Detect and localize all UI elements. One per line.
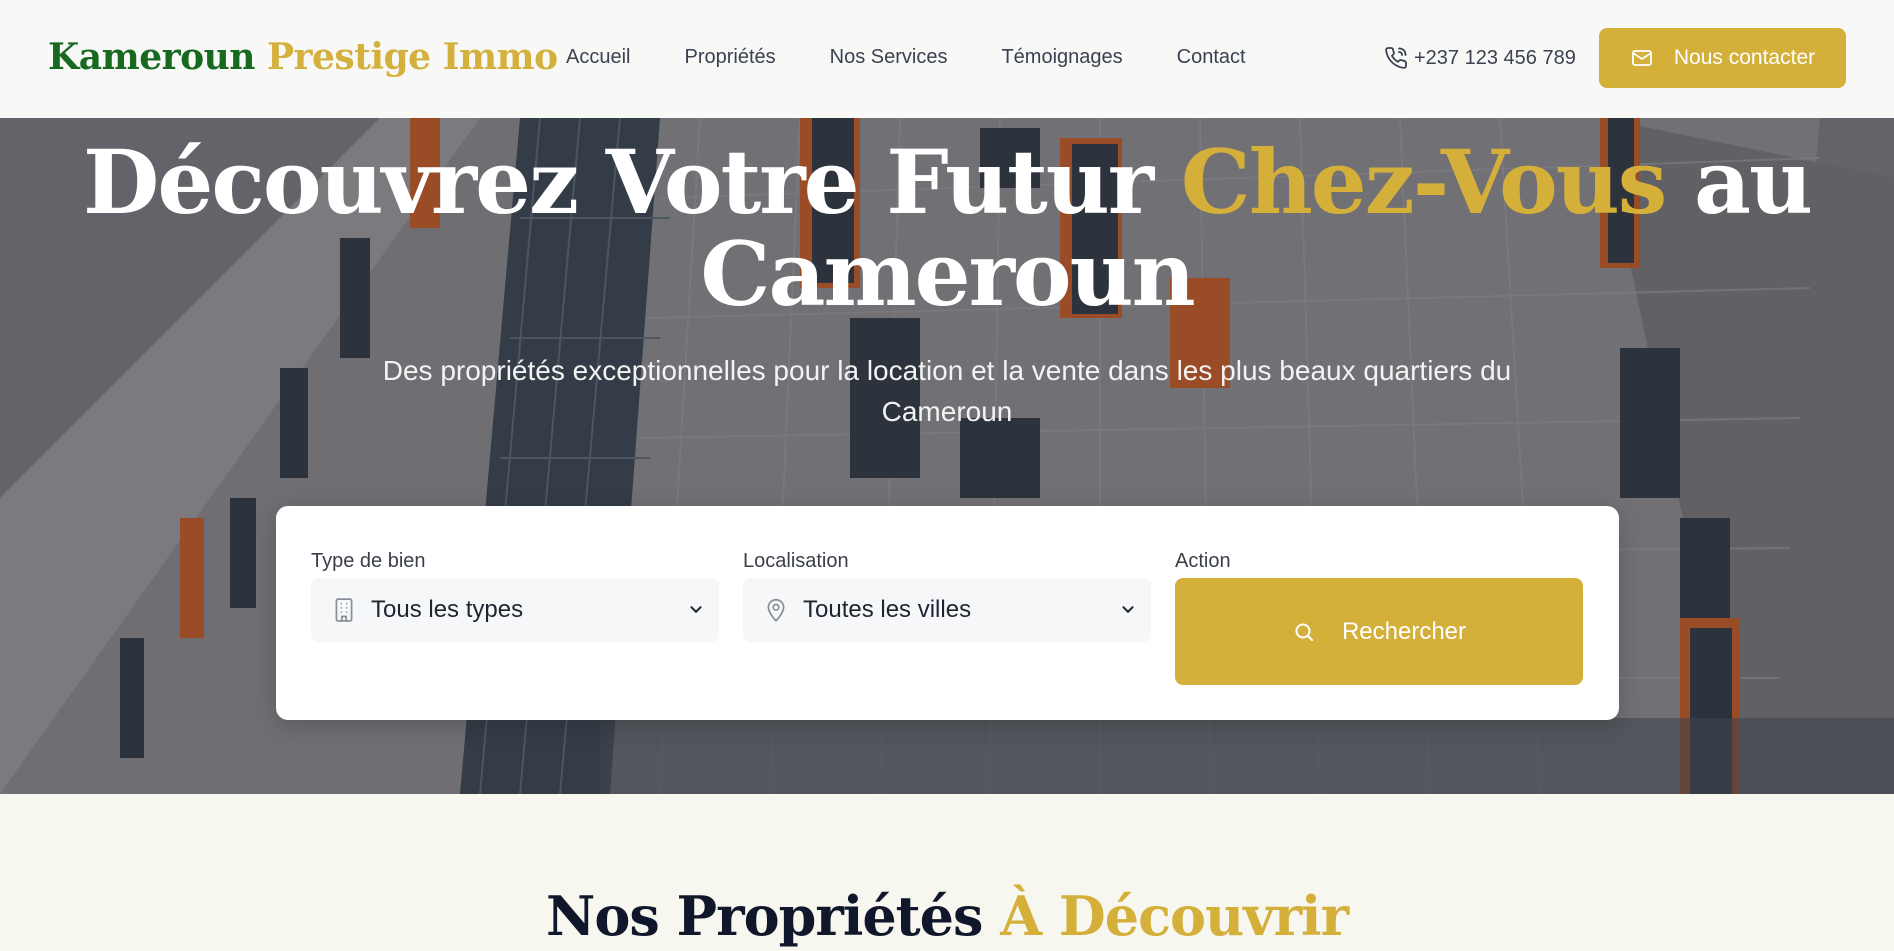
hero-title-highlight: Chez-Vous xyxy=(1180,130,1668,234)
chevron-down-icon xyxy=(1122,606,1134,613)
chevron-down-icon xyxy=(690,606,702,613)
location-label: Localisation xyxy=(743,550,849,572)
header-phone[interactable]: +237 123 456 789 xyxy=(1384,46,1576,70)
phone-number: +237 123 456 789 xyxy=(1414,46,1576,69)
type-select[interactable]: Tous les types xyxy=(311,578,719,642)
section-title-highlight: À Découvrir xyxy=(1000,884,1349,948)
main-nav: Accueil Propriétés Nos Services Témoigna… xyxy=(566,46,1300,69)
nav-link-contact[interactable]: Contact xyxy=(1177,46,1246,69)
search-icon xyxy=(1295,623,1313,641)
nav-link-proprietes[interactable]: Propriétés xyxy=(684,46,775,69)
section-title-part1: Nos Propriétés xyxy=(545,884,1001,948)
search-button[interactable]: Rechercher xyxy=(1175,578,1583,685)
site-header: Kameroun Prestige Immo Accueil Propriété… xyxy=(0,0,1894,118)
contact-button-label: Nous contacter xyxy=(1673,46,1816,69)
building-icon xyxy=(335,598,353,622)
location-select-value: Toutes les villes xyxy=(803,596,972,623)
location-select[interactable]: Toutes les villes xyxy=(743,578,1151,642)
nav-link-accueil[interactable]: Accueil xyxy=(566,46,630,69)
nav-link-services[interactable]: Nos Services xyxy=(830,46,948,69)
map-pin-icon xyxy=(767,598,785,623)
hero-subtitle: Des propriétés exceptionnelles pour la l… xyxy=(382,355,1512,427)
phone-icon xyxy=(1385,47,1407,69)
search-button-label: Rechercher xyxy=(1341,617,1467,645)
properties-section: Nos Propriétés À Découvrir xyxy=(0,794,1894,951)
hero-title: Découvrez Votre Futur Chez-Vous au Camer… xyxy=(0,136,1894,320)
section-title: Nos Propriétés À Découvrir xyxy=(0,884,1894,948)
site-logo[interactable]: Kameroun Prestige Immo xyxy=(48,36,558,78)
search-card: Type de bien Tous les types Localisation… xyxy=(276,506,1619,720)
logo-part2: Prestige Immo xyxy=(266,36,558,78)
hero-section: Découvrez Votre Futur Chez-Vous au Camer… xyxy=(0,118,1894,794)
mail-icon xyxy=(1631,50,1652,66)
hero-title-part1: Découvrez Votre Futur xyxy=(83,130,1181,234)
type-label: Type de bien xyxy=(311,550,426,572)
contact-button[interactable]: Nous contacter xyxy=(1599,28,1846,88)
type-select-value: Tous les types xyxy=(371,596,524,623)
action-label: Action xyxy=(1175,550,1231,572)
nav-link-temoignages[interactable]: Témoignages xyxy=(1001,46,1122,69)
logo-part1: Kameroun xyxy=(48,36,255,78)
